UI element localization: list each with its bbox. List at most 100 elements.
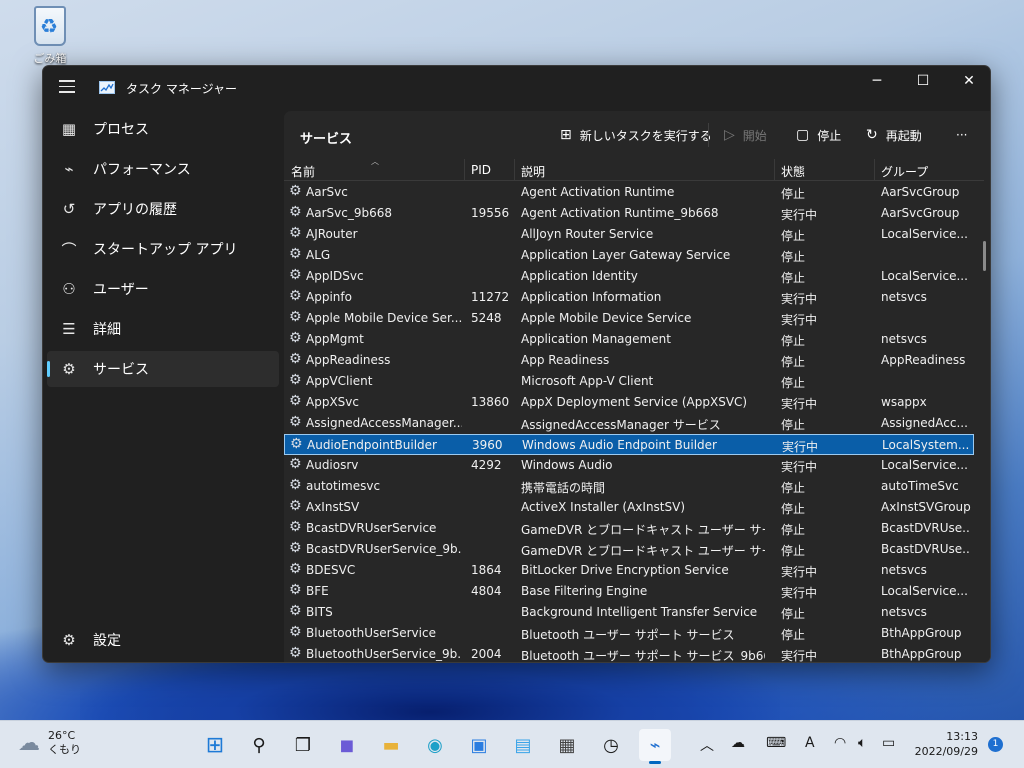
cell-group: netsvcs [881, 605, 927, 619]
table-row[interactable]: ⚙ BFE 4804 Base Filtering Engine 実行中 LocalSer… [284, 581, 974, 602]
cell-status: 実行中 [781, 649, 818, 663]
cell-description: Bluetooth ユーザー サポート サービス [521, 628, 735, 642]
sidebar-item-performance[interactable]: ⌁ パフォーマンス [47, 151, 279, 187]
search-icon[interactable]: ⚲ [243, 729, 275, 761]
ime-mode-icon[interactable]: A [805, 735, 815, 751]
sidebar-item-label: プロセス [93, 122, 149, 138]
column-header-name[interactable]: 名前 [291, 163, 315, 180]
cell-name: AxInstSV [306, 500, 360, 514]
cell-name: AssignedAccessManager... [306, 416, 462, 430]
table-row[interactable]: ⚙ BDESVC 1864 BitLocker Drive Encryption Se… [284, 560, 974, 581]
table-row[interactable]: ⚙ AppMgmt Application Management 停止 netsvcs [284, 329, 974, 350]
table-row[interactable]: ⚙ Appinfo 11272 Application Information 実行中 n… [284, 287, 974, 308]
sidebar-item-label: アプリの履歴 [93, 202, 177, 218]
table-row[interactable]: ⚙ BITS Background Intelligent Transfer Ser… [284, 602, 974, 623]
cell-status: 停止 [781, 607, 806, 621]
cell-status: 停止 [781, 502, 806, 516]
chat-icon[interactable]: ◼ [331, 729, 363, 761]
service-gear-icon: ⚙ [289, 288, 302, 304]
table-row[interactable]: ⚙ AarSvc_9b668 19556 Agent Activation Runti… [284, 203, 974, 224]
cell-description: Microsoft App-V Client [521, 374, 654, 388]
restart-service-button[interactable]: ↻ 再起動 [866, 125, 922, 145]
table-row[interactable]: ⚙ AppReadiness App Readiness 停止 AppReadiness [284, 350, 974, 371]
task-manager-icon[interactable]: ⌁ [639, 729, 671, 764]
notepad-icon[interactable]: ▤ [507, 729, 539, 761]
table-row[interactable]: ⚙ AppXSvc 13860 AppX Deployment Service (Ap… [284, 392, 974, 413]
edge-icon[interactable]: ◉ [419, 729, 451, 761]
cell-description: BitLocker Drive Encryption Service [521, 563, 729, 577]
cell-group: netsvcs [881, 563, 927, 577]
column-divider[interactable] [464, 159, 465, 181]
maximize-button[interactable]: ☐ [900, 66, 946, 96]
cell-pid: 3960 [472, 438, 503, 452]
command-bar: サービス ⊞ 新しいタスクを実行する ▷ 開始 ▢ 停止 ↻ 再起動 ··· [284, 111, 990, 159]
onedrive-icon[interactable]: ☁ [731, 735, 745, 751]
table-row[interactable]: ⚙ BluetoothUserService Bluetooth ユーザー サポート… [284, 623, 974, 644]
table-row[interactable]: ⚙ Audiosrv 4292 Windows Audio 実行中 LocalServic… [284, 455, 974, 476]
column-header-description[interactable]: 説明 [521, 163, 545, 180]
cell-name: BcastDVRUserService_9b... [306, 542, 462, 556]
stop-service-button[interactable]: ▢ 停止 [796, 125, 841, 145]
column-divider[interactable] [874, 159, 875, 181]
table-row[interactable]: ⚙ AssignedAccessManager... AssignedAccessM… [284, 413, 974, 434]
file-explorer-icon[interactable]: ▬ [375, 729, 407, 761]
more-options-button[interactable]: ··· [956, 125, 967, 145]
weather-widget[interactable]: ☁ 26°C くもり [18, 729, 81, 757]
table-header: 名前 ︿ PID 説明 状態 グループ [284, 157, 984, 181]
sidebar-item-settings[interactable]: ⚙ 設定 [47, 622, 279, 658]
column-header-pid[interactable]: PID [471, 163, 491, 177]
table-row[interactable]: ⚙ AppVClient Microsoft App-V Client 停止 [284, 371, 974, 392]
table-row[interactable]: ⚙ BcastDVRUserService_9b... GameDVR とブロードキ… [284, 539, 974, 560]
close-button[interactable]: ✕ [946, 66, 990, 96]
cell-name: BDESVC [306, 563, 356, 577]
battery-icon[interactable]: ▭ [882, 735, 895, 751]
cell-description: Agent Activation Runtime_9b668 [521, 206, 719, 220]
cell-description: AllJoyn Router Service [521, 227, 654, 241]
details-icon: ☰ [62, 320, 76, 338]
table-row[interactable]: ⚙ autotimesvc 携帯電話の時間 停止 autoTimeSvc [284, 476, 974, 497]
sidebar-item-details[interactable]: ☰ 詳細 [47, 311, 279, 347]
cell-description: GameDVR とブロードキャスト ユーザー サービス [521, 523, 765, 537]
keyboard-icon[interactable]: ⌨ [766, 735, 786, 751]
cell-group: LocalService... [881, 227, 968, 241]
task-view-icon[interactable]: ❐ [287, 729, 319, 761]
column-divider[interactable] [774, 159, 775, 181]
column-divider[interactable] [514, 159, 515, 181]
table-row[interactable]: ⚙ BcastDVRUserService GameDVR とブロードキャスト ユー… [284, 518, 974, 539]
system-clock[interactable]: 13:13 2022/09/29 [912, 729, 978, 759]
service-gear-icon: ⚙ [289, 582, 302, 598]
vertical-scrollbar[interactable] [983, 241, 986, 271]
volume-icon[interactable]: 🔈︎ [858, 735, 866, 751]
notification-badge[interactable]: 1 [988, 737, 1003, 752]
wifi-icon[interactable]: ◠ [834, 735, 846, 751]
run-new-task-button[interactable]: ⊞ 新しいタスクを実行する [560, 125, 712, 145]
table-row[interactable]: ⚙ ALG Application Layer Gateway Service 停止 [284, 245, 974, 266]
users-icon: ⚇ [62, 280, 76, 298]
hamburger-menu-icon[interactable] [59, 80, 75, 94]
store-icon[interactable]: ▣ [463, 729, 495, 761]
app-history-icon: ↺ [62, 200, 76, 218]
start-service-button[interactable]: ▷ 開始 [724, 125, 767, 145]
cell-status: 停止 [781, 376, 806, 390]
table-row[interactable]: ⚙ AxInstSV ActiveX Installer (AxInstSV) 停止 A… [284, 497, 974, 518]
table-row[interactable]: ⚙ AarSvc Agent Activation Runtime 停止 AarSvcG… [284, 182, 974, 203]
show-hidden-icons-icon[interactable]: ︿ [700, 735, 714, 755]
table-row[interactable]: ⚙ AppIDSvc Application Identity 停止 LocalServ… [284, 266, 974, 287]
table-row[interactable]: ⚙ BluetoothUserService_9b... 2004 Bluetooth… [284, 644, 974, 663]
table-row[interactable]: ⚙ Apple Mobile Device Ser... 5248 Apple Mob… [284, 308, 974, 329]
column-header-group[interactable]: グループ [881, 163, 928, 180]
sidebar-item-services[interactable]: ⚙ サービス [47, 351, 279, 387]
clock-icon[interactable]: ◷ [595, 729, 627, 761]
start-icon[interactable]: ⊞ [199, 729, 231, 761]
service-gear-icon: ⚙ [289, 540, 302, 556]
sidebar-item-processes[interactable]: ▦ プロセス [47, 111, 279, 147]
table-row[interactable]: ⚙ AJRouter AllJoyn Router Service 停止 LocalSe… [284, 224, 974, 245]
table-row[interactable]: ⚙ AudioEndpointBuilder 3960 Windows Audio E… [284, 434, 974, 455]
cell-pid: 11272 [471, 290, 510, 304]
sidebar-item-startup[interactable]: ⌒ スタートアップ アプリ [47, 231, 279, 267]
minimize-button[interactable]: ─ [854, 66, 900, 96]
column-header-status[interactable]: 状態 [781, 163, 805, 180]
sidebar-item-users[interactable]: ⚇ ユーザー [47, 271, 279, 307]
sidebar-item-app-history[interactable]: ↺ アプリの履歴 [47, 191, 279, 227]
calculator-icon[interactable]: ▦ [551, 729, 583, 761]
